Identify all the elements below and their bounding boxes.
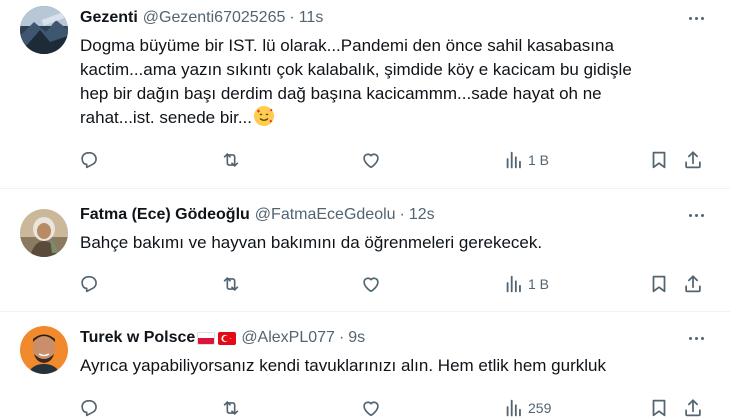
reply-button[interactable] xyxy=(78,272,100,296)
views-icon xyxy=(506,399,521,417)
avatar[interactable] xyxy=(20,209,68,257)
tweet-text-line: Bahçe bakımı ve hayvan bakımını da öğren… xyxy=(80,233,543,252)
timestamp[interactable]: 11s xyxy=(299,9,324,27)
tweet-text-line: Ayrıca yapabiliyorsanız kendi tavukların… xyxy=(80,356,606,375)
timestamp[interactable]: 12s xyxy=(409,206,435,224)
tweet-text-line: hep bir dağın başı derdim dağ başına kac… xyxy=(80,84,602,103)
views-icon xyxy=(506,151,521,169)
smiling-man-avatar-image xyxy=(20,326,68,374)
display-name[interactable]: Fatma (Ece) Gödeoğlu xyxy=(80,206,250,224)
tweet-text-line: Dogma büyüme bir IST. lü olarak...Pandem… xyxy=(80,36,614,55)
views-icon xyxy=(506,275,521,293)
tweet[interactable]: Fatma (Ece) Gödeoğlu @FatmaEceGdeolu · 1… xyxy=(0,189,730,311)
display-name[interactable]: Gezenti xyxy=(80,9,138,27)
bookmark-button[interactable] xyxy=(648,396,670,420)
like-button[interactable] xyxy=(360,148,382,172)
like-icon xyxy=(363,401,379,417)
bookmark-icon xyxy=(652,151,666,169)
person-with-headscarf-avatar-image xyxy=(20,209,68,257)
turkey-flag-icon xyxy=(218,331,237,345)
separator-dot: · xyxy=(338,329,345,346)
like-button[interactable] xyxy=(360,396,382,420)
views-count: 1 B xyxy=(528,152,550,168)
bookmark-icon xyxy=(652,275,666,293)
tweet-text: Bahçe bakımı ve hayvan bakımını da öğren… xyxy=(80,231,690,255)
user-handle[interactable]: @FatmaEceGdeolu xyxy=(255,206,396,224)
tweet[interactable]: Gezenti @Gezenti67025265 · 11s Dogma büy… xyxy=(0,0,730,188)
timestamp[interactable]: 9s xyxy=(348,329,365,347)
more-icon[interactable] xyxy=(684,205,708,225)
tweet-text-line: rahat...ist. senede bir... xyxy=(80,106,690,130)
tweet-text: Ayrıca yapabiliyorsanız kendi tavukların… xyxy=(80,354,690,378)
tweet-header: Fatma (Ece) Gödeoğlu @FatmaEceGdeolu · 1… xyxy=(80,204,670,226)
more-icon[interactable] xyxy=(684,8,708,28)
like-icon xyxy=(363,153,379,169)
tweet-actions: 1 B xyxy=(78,272,706,296)
like-button[interactable] xyxy=(360,272,382,296)
share-button[interactable] xyxy=(682,148,704,172)
separator-dot: · xyxy=(289,9,295,26)
tweet-text-line: kactim...ama yazın sıkıntı çok kalabalık… xyxy=(80,60,632,79)
views-count: 259 xyxy=(528,400,552,416)
share-button[interactable] xyxy=(682,272,704,296)
reply-icon xyxy=(81,276,97,293)
avatar[interactable] xyxy=(20,326,68,374)
smiling-face-with-hearts-icon xyxy=(253,106,274,126)
tweet-actions: 1 B xyxy=(78,148,706,172)
retweet-icon xyxy=(223,401,239,415)
retweet-icon xyxy=(223,153,239,167)
views-button[interactable]: 1 B xyxy=(504,148,549,172)
reply-icon xyxy=(81,400,97,417)
bookmark-button[interactable] xyxy=(648,272,670,296)
retweet-icon xyxy=(223,277,239,291)
poland-flag-icon xyxy=(197,331,216,345)
share-button[interactable] xyxy=(682,396,704,420)
separator-dot: · xyxy=(399,206,405,223)
tweet[interactable]: Turek w Polsce @AlexPL077 · 9s Ayrıca ya… xyxy=(0,312,730,420)
share-icon xyxy=(685,151,701,169)
share-icon xyxy=(685,399,701,417)
user-handle[interactable]: @AlexPL077 xyxy=(241,329,335,347)
tweet-text: Dogma büyüme bir IST. lü olarak...Pandem… xyxy=(80,34,690,130)
reply-button[interactable] xyxy=(78,396,100,420)
retweet-button[interactable] xyxy=(220,396,242,420)
user-handle[interactable]: @Gezenti67025265 xyxy=(143,9,286,27)
reply-icon xyxy=(81,152,97,169)
share-icon xyxy=(685,275,701,293)
bookmark-icon xyxy=(652,399,666,417)
views-button[interactable]: 1 B xyxy=(504,272,549,296)
landscape-avatar-image xyxy=(20,6,68,54)
like-icon xyxy=(363,277,379,293)
retweet-button[interactable] xyxy=(220,148,242,172)
views-count: 1 B xyxy=(528,276,550,292)
tweet-header: Turek w Polsce @AlexPL077 · 9s xyxy=(80,327,670,349)
views-button[interactable]: 259 xyxy=(504,396,551,420)
retweet-button[interactable] xyxy=(220,272,242,296)
tweet-actions: 259 xyxy=(78,396,706,420)
more-icon[interactable] xyxy=(684,328,708,348)
bookmark-button[interactable] xyxy=(648,148,670,172)
avatar[interactable] xyxy=(20,6,68,54)
display-name[interactable]: Turek w Polsce xyxy=(80,329,195,347)
reply-button[interactable] xyxy=(78,148,100,172)
tweet-header: Gezenti @Gezenti67025265 · 11s xyxy=(80,7,670,29)
